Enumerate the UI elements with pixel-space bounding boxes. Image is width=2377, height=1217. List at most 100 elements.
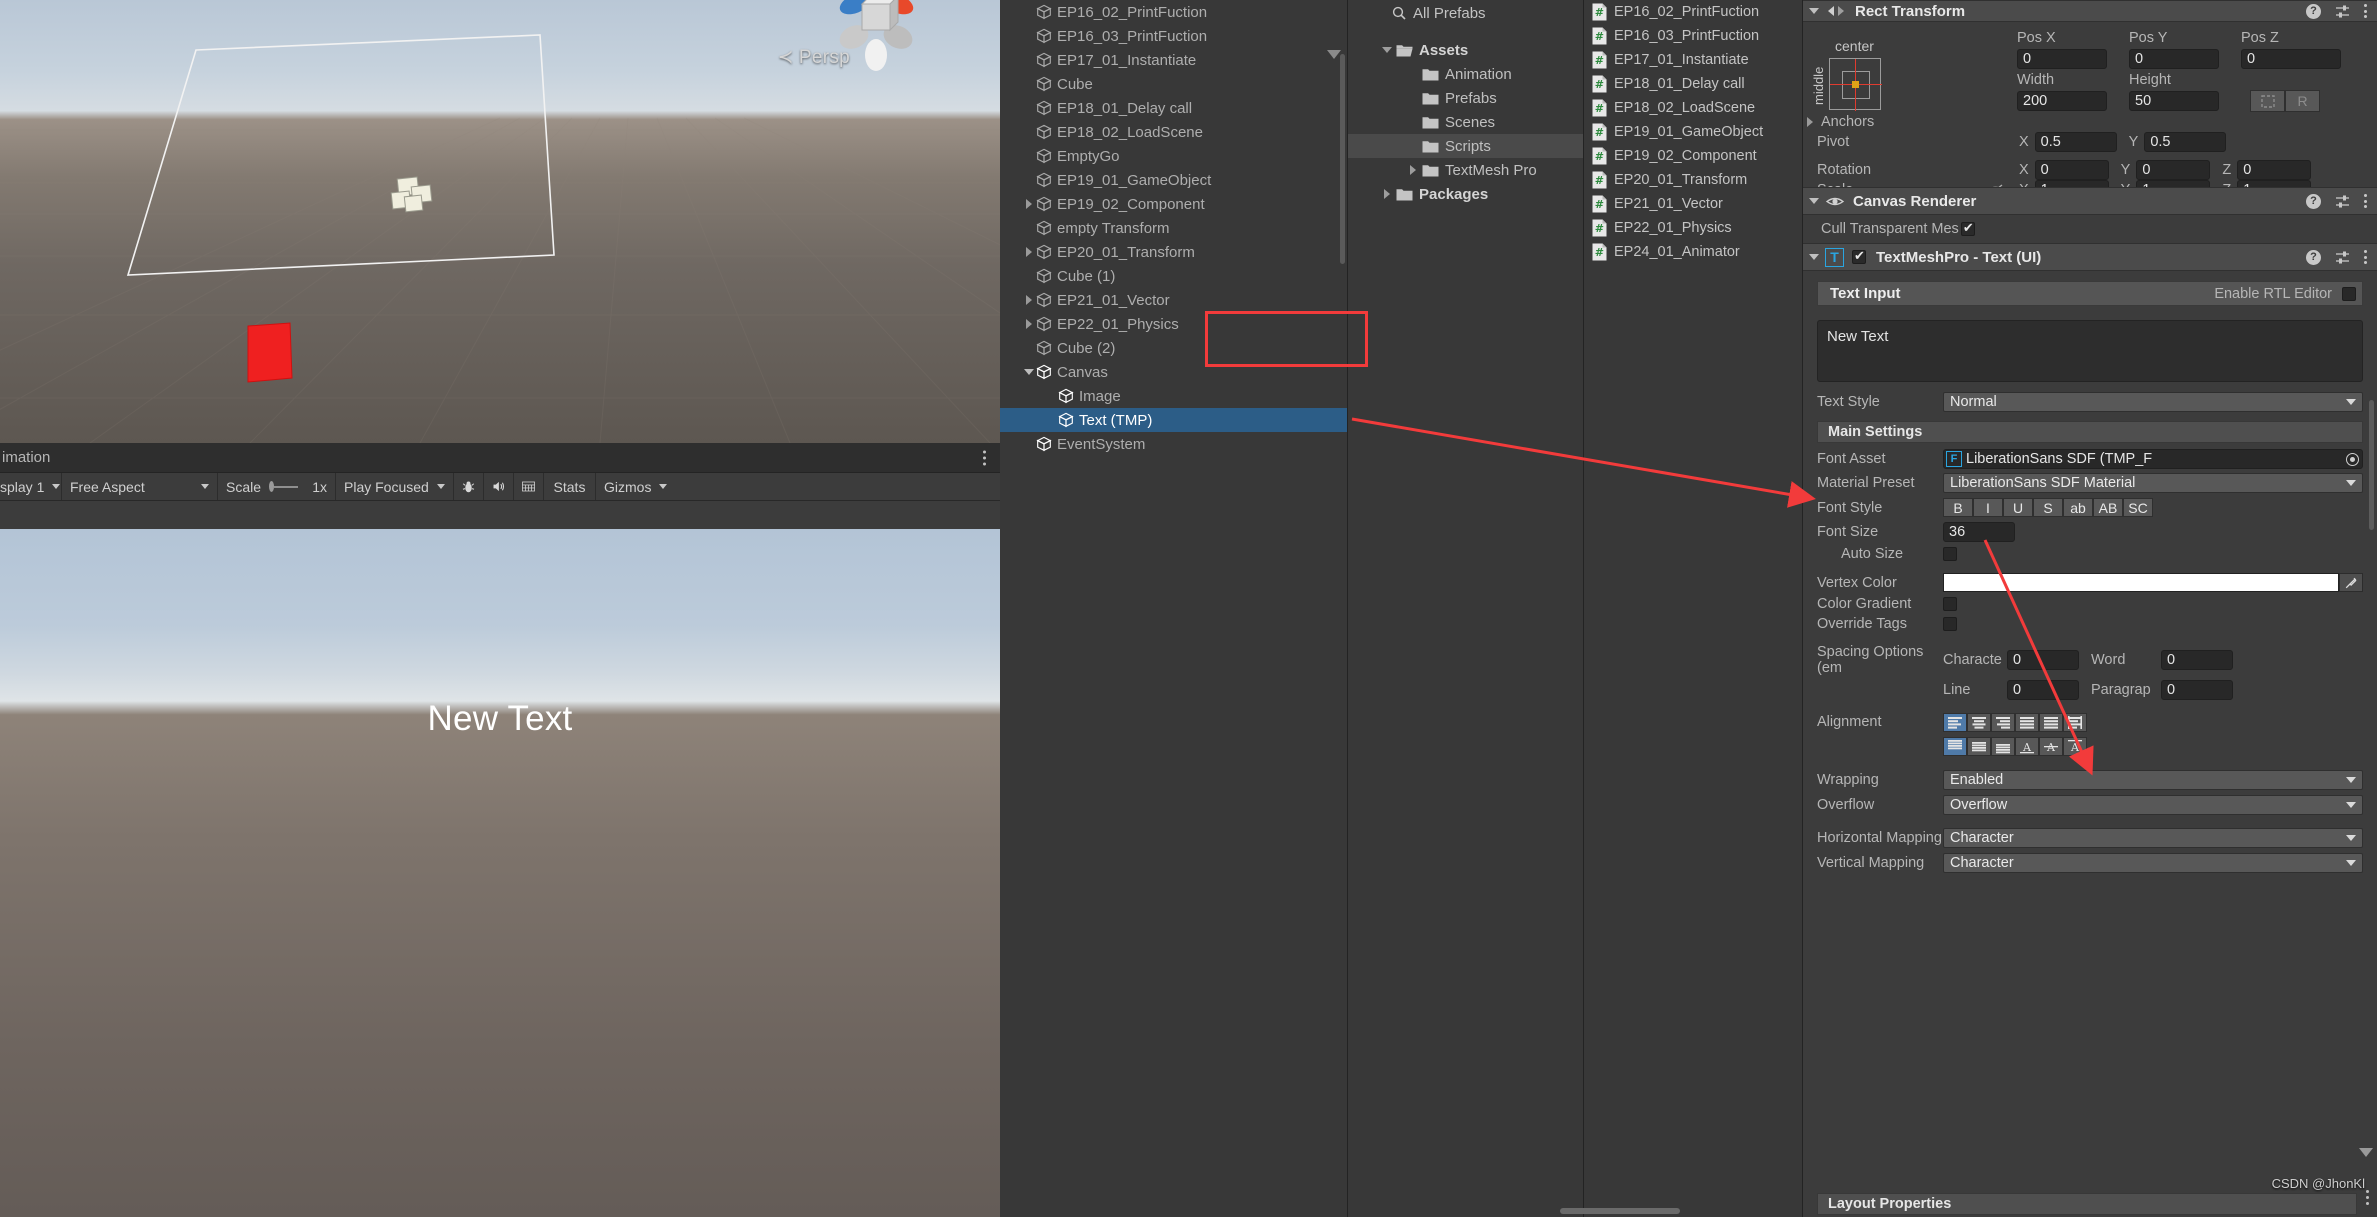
collapse-triangle-icon[interactable] bbox=[1022, 312, 1036, 336]
game-render-surface[interactable]: New Text bbox=[0, 529, 1000, 1217]
inspector-kebab-icon[interactable] bbox=[2366, 1190, 2369, 1205]
wrapping-dropdown[interactable]: Enabled bbox=[1943, 770, 2363, 790]
font-asset-field[interactable]: F LiberationSans SDF (TMP_F bbox=[1943, 449, 2363, 469]
material-preset-dropdown[interactable]: LiberationSans SDF Material bbox=[1943, 473, 2363, 493]
rotation-y-field[interactable]: 0 bbox=[2136, 160, 2211, 180]
align-justified-button[interactable] bbox=[2015, 713, 2039, 732]
hierarchy-item-cube-2-[interactable]: Cube (2) bbox=[1000, 336, 1347, 360]
collapse-triangle-icon[interactable] bbox=[1022, 288, 1036, 312]
hierarchy-item-ep22-01-physics[interactable]: EP22_01_Physics bbox=[1000, 312, 1347, 336]
rtl-checkbox[interactable] bbox=[2342, 286, 2356, 301]
hierarchy-item-ep16-02-printfuction[interactable]: EP16_02_PrintFuction bbox=[1000, 0, 1347, 24]
expand-triangle-icon[interactable] bbox=[1022, 360, 1036, 384]
hierarchy-scrollbar[interactable] bbox=[1340, 54, 1345, 264]
font-style-s-button[interactable]: S bbox=[2033, 498, 2063, 517]
override-tags-checkbox[interactable] bbox=[1943, 617, 1957, 631]
hierarchy-item-text-tmp-[interactable]: Text (TMP) bbox=[1000, 408, 1347, 432]
preset-icon[interactable] bbox=[2335, 4, 2350, 19]
project-item-animation[interactable]: Animation bbox=[1348, 62, 1583, 86]
script-item-ep19-01-gameobject[interactable]: # EP19_01_GameObject bbox=[1584, 120, 1802, 144]
preset-icon[interactable] bbox=[2335, 194, 2350, 209]
script-item-ep17-01-instantiate[interactable]: # EP17_01_Instantiate bbox=[1584, 48, 1802, 72]
font-style-b-button[interactable]: B bbox=[1943, 498, 1973, 517]
blueprint-mode-icon[interactable] bbox=[2250, 90, 2285, 112]
mute-audio-toggle[interactable] bbox=[484, 473, 514, 500]
hierarchy-overflow-chevron-icon[interactable] bbox=[1327, 50, 1341, 59]
auto-size-checkbox[interactable] bbox=[1943, 547, 1957, 561]
font-style-sc-button[interactable]: SC bbox=[2123, 498, 2153, 517]
hierarchy-item-ep16-03-printfuction[interactable]: EP16_03_PrintFuction bbox=[1000, 24, 1347, 48]
component-menu-kebab-icon[interactable] bbox=[2364, 194, 2367, 208]
font-style-u-button[interactable]: U bbox=[2003, 498, 2033, 517]
scene-perspective-label[interactable]: ≺ Persp bbox=[778, 46, 850, 69]
align-top-button[interactable] bbox=[1943, 737, 1967, 756]
project-item-assets[interactable]: Assets bbox=[1348, 38, 1583, 62]
script-item-ep22-01-physics[interactable]: # EP22_01_Physics bbox=[1584, 216, 1802, 240]
word-spacing-field[interactable]: 0 bbox=[2161, 650, 2233, 670]
collapse-triangle-icon[interactable] bbox=[1022, 240, 1036, 264]
hierarchy-item-emptygo[interactable]: EmptyGo bbox=[1000, 144, 1347, 168]
character-spacing-field[interactable]: 0 bbox=[2007, 650, 2079, 670]
height-field[interactable]: 50 bbox=[2129, 91, 2219, 111]
width-field[interactable]: 200 bbox=[2017, 91, 2107, 111]
script-item-ep20-01-transform[interactable]: # EP20_01_Transform bbox=[1584, 168, 1802, 192]
preset-icon[interactable] bbox=[2335, 250, 2350, 265]
script-item-ep24-01-animator[interactable]: # EP24_01_Animator bbox=[1584, 240, 1802, 264]
tab-animation[interactable]: imation bbox=[0, 449, 50, 466]
pos-z-field[interactable]: 0 bbox=[2241, 49, 2341, 69]
script-item-ep16-02-printfuction[interactable]: # EP16_02_PrintFuction bbox=[1584, 0, 1802, 24]
expand-triangle-icon[interactable] bbox=[1378, 38, 1396, 62]
scene-view[interactable]: ≺ Persp bbox=[0, 0, 1000, 443]
component-menu-kebab-icon[interactable] bbox=[2364, 250, 2367, 264]
project-item-textmesh-pro[interactable]: TextMesh Pro bbox=[1348, 158, 1583, 182]
script-item-ep16-03-printfuction[interactable]: # EP16_03_PrintFuction bbox=[1584, 24, 1802, 48]
align-midline-button[interactable]: A bbox=[2039, 737, 2063, 756]
aspect-dropdown[interactable]: Free Aspect bbox=[62, 473, 218, 500]
component-menu-kebab-icon[interactable] bbox=[2364, 4, 2367, 18]
script-item-ep19-02-component[interactable]: # EP19_02_Component bbox=[1584, 144, 1802, 168]
cull-transparent-checkbox[interactable] bbox=[1960, 220, 1975, 236]
align-center-button[interactable] bbox=[1967, 713, 1991, 732]
align-right-button[interactable] bbox=[1991, 713, 2015, 732]
hierarchy-item-cube-1-[interactable]: Cube (1) bbox=[1000, 264, 1347, 288]
pos-y-field[interactable]: 0 bbox=[2129, 49, 2219, 69]
vertical-mapping-dropdown[interactable]: Character bbox=[1943, 853, 2363, 873]
collapse-triangle-icon[interactable] bbox=[1404, 158, 1422, 182]
component-header-canvas-renderer[interactable]: Canvas Renderer ? bbox=[1803, 187, 2377, 215]
font-size-field[interactable]: 36 bbox=[1943, 522, 2015, 542]
project-item-scripts[interactable]: Scripts bbox=[1348, 134, 1583, 158]
vertex-color-swatch[interactable] bbox=[1943, 573, 2339, 592]
script-item-ep18-01-delay-call[interactable]: # EP18_01_Delay call bbox=[1584, 72, 1802, 96]
help-icon[interactable]: ? bbox=[2306, 193, 2321, 209]
color-gradient-checkbox[interactable] bbox=[1943, 597, 1957, 611]
hierarchy-item-image[interactable]: Image bbox=[1000, 384, 1347, 408]
text-style-dropdown[interactable]: Normal bbox=[1943, 392, 2363, 412]
help-icon[interactable]: ? bbox=[2306, 3, 2321, 19]
textmeshpro-enabled-checkbox[interactable] bbox=[1852, 248, 1866, 264]
mute-debug-toggle[interactable] bbox=[454, 473, 484, 500]
layout-properties-section[interactable]: Layout Properties bbox=[1817, 1193, 2357, 1215]
align-baseline-button[interactable]: A bbox=[2015, 737, 2039, 756]
hierarchy-item-eventsystem[interactable]: EventSystem bbox=[1000, 432, 1347, 456]
hierarchy-item-ep19-01-gameobject[interactable]: EP19_01_GameObject bbox=[1000, 168, 1347, 192]
collapse-triangle-icon[interactable] bbox=[1803, 254, 1825, 260]
project-item-prefabs[interactable]: Prefabs bbox=[1348, 86, 1583, 110]
line-spacing-field[interactable]: 0 bbox=[2007, 680, 2079, 700]
rotation-x-field[interactable]: 0 bbox=[2034, 160, 2109, 180]
display-dropdown[interactable]: splay 1 bbox=[0, 473, 62, 500]
scale-slider[interactable]: Scale 1x bbox=[218, 473, 336, 500]
play-mode-dropdown[interactable]: Play Focused bbox=[336, 473, 454, 500]
hierarchy-item-ep17-01-instantiate[interactable]: EP17_01_Instantiate bbox=[1000, 48, 1347, 72]
collapse-triangle-icon[interactable] bbox=[1803, 8, 1825, 14]
collapse-triangle-icon[interactable] bbox=[1022, 192, 1036, 216]
gizmos-dropdown[interactable]: Gizmos bbox=[596, 473, 674, 500]
text-input-textarea[interactable]: New Text bbox=[1817, 320, 2363, 382]
align-capline-button[interactable]: A bbox=[2063, 737, 2087, 756]
anchors-foldout[interactable]: Anchors bbox=[1807, 114, 1874, 130]
help-icon[interactable]: ? bbox=[2306, 249, 2321, 265]
hierarchy-item-canvas[interactable]: Canvas bbox=[1000, 360, 1347, 384]
pivot-y-field[interactable]: 0.5 bbox=[2144, 132, 2227, 152]
project-search-filter[interactable]: All Prefabs bbox=[1348, 0, 1583, 26]
hierarchy-item-cube[interactable]: Cube bbox=[1000, 72, 1347, 96]
collapse-triangle-icon[interactable] bbox=[1378, 182, 1396, 206]
